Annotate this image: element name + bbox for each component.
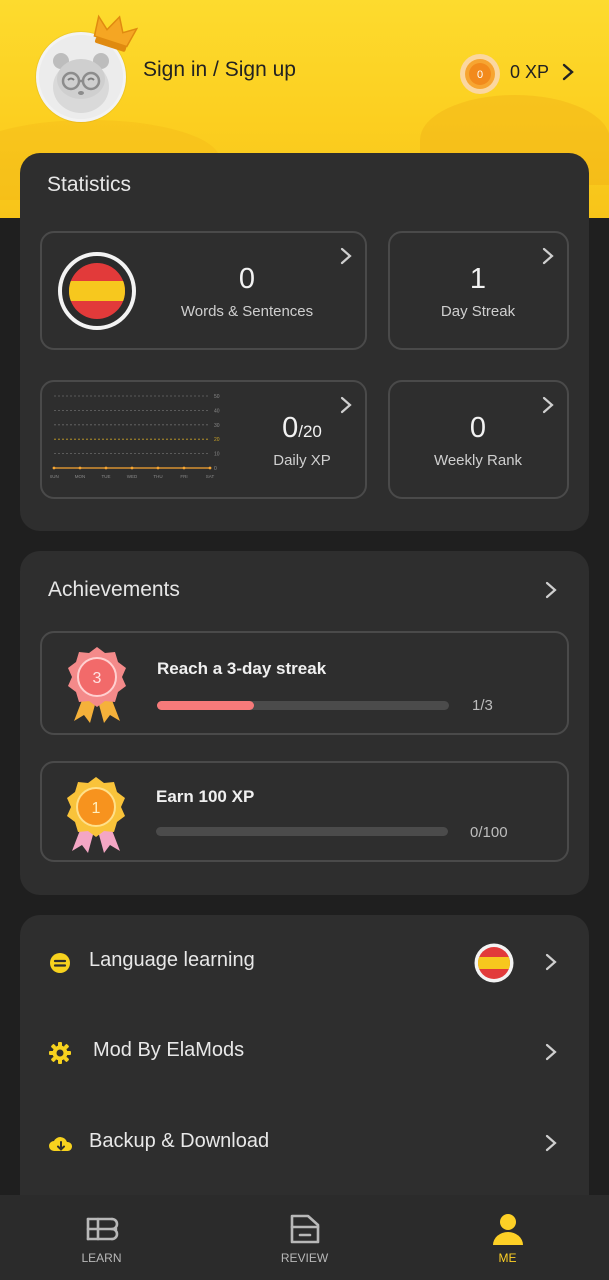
- nav-label: ME: [498, 1251, 517, 1265]
- medal-number: 1: [92, 800, 101, 817]
- cloud-download-icon: [49, 1137, 73, 1151]
- menu-item-label: Mod By ElaMods: [93, 1039, 245, 1061]
- achievement-progress-text: 1/3: [472, 697, 493, 714]
- achievement-title: Reach a 3-day streak: [157, 659, 327, 678]
- learn-icon: [86, 1217, 119, 1241]
- chart-x-tick: WED: [127, 474, 138, 479]
- chevron-right-icon: [340, 247, 352, 265]
- chart-x-tick: FRI: [180, 474, 187, 479]
- chart-y-tick: 40: [214, 408, 220, 414]
- medal-number: 3: [93, 670, 102, 687]
- review-icon: [290, 1214, 320, 1244]
- chart-point: [104, 466, 108, 470]
- chevron-right-icon: [545, 1043, 557, 1061]
- chart-y-tick: 10: [214, 452, 220, 458]
- achievement-progress-track: [156, 827, 448, 836]
- chevron-right-icon: [545, 1134, 557, 1152]
- achievement-title: Earn 100 XP: [156, 787, 255, 806]
- statistics-title: Statistics: [47, 173, 132, 196]
- chart-x-tick: THU: [153, 474, 162, 479]
- me-icon: [493, 1214, 523, 1245]
- menu-item-backup[interactable]: Backup & Download: [20, 1108, 589, 1178]
- chart-y-tick: 20: [214, 437, 220, 443]
- achievement-progress-track: [157, 701, 449, 710]
- chevron-right-icon: [542, 247, 554, 265]
- daily-xp-goal: /20: [298, 422, 322, 441]
- streak-medal-icon: 3: [68, 647, 126, 723]
- menu-item-label: Language learning: [89, 949, 255, 971]
- menu-item-language-learning[interactable]: Language learning: [20, 927, 589, 997]
- spanish-flag-icon: [58, 252, 136, 330]
- weekly-rank-card[interactable]: 0 Weekly Rank: [388, 380, 569, 499]
- streak-card[interactable]: 1 Day Streak: [388, 231, 569, 350]
- chart-point: [182, 466, 186, 470]
- xp-total[interactable]: 0 XP: [510, 62, 549, 83]
- signin-link[interactable]: Sign in / Sign up: [143, 58, 296, 82]
- achievement-card[interactable]: 1 Earn 100 XP 0/100: [40, 761, 569, 862]
- nav-learn[interactable]: LEARN: [0, 1195, 203, 1280]
- chevron-right-icon: [545, 953, 557, 971]
- streak-count: 1: [469, 263, 487, 295]
- chevron-right-icon[interactable]: [560, 62, 576, 82]
- chart-point: [52, 466, 56, 470]
- chart-x-tick: MON: [75, 474, 86, 479]
- chevron-right-icon[interactable]: [544, 581, 558, 599]
- chart-y-tick: 0: [214, 466, 217, 472]
- nav-label: REVIEW: [280, 1251, 329, 1265]
- daily-xp-card[interactable]: 50 40 30 20 10 0 SUN MON TUE WED THU FRI SAT 0/20 Da…: [40, 380, 367, 499]
- achievements-title: Achievements: [48, 578, 180, 601]
- menu-item-mod[interactable]: Mod By ElaMods: [20, 1017, 589, 1087]
- nav-me[interactable]: ME: [406, 1195, 609, 1280]
- bottom-navigation: LEARN REVIEW ME: [0, 1195, 609, 1280]
- chart-point: [78, 466, 82, 470]
- achievement-progress-text: 0/100: [470, 824, 508, 841]
- chart-x-tick: TUE: [102, 474, 111, 479]
- statistics-panel: Statistics 0 Words & Sentences 1 Day Str…: [20, 153, 589, 531]
- chart-y-tick: 30: [214, 423, 220, 429]
- crown-icon: [93, 14, 138, 52]
- daily-xp-chart: 50 40 30 20 10 0 SUN MON TUE WED THU FRI SAT: [50, 394, 220, 479]
- achievement-card[interactable]: 3 Reach a 3-day streak 1/3: [40, 631, 569, 735]
- chevron-right-icon: [542, 396, 554, 414]
- achievement-progress-fill: [157, 701, 255, 710]
- words-label: Words & Sentences: [180, 303, 314, 320]
- settings-menu: Language learning Mod By ElaMods Backup …: [20, 915, 589, 1215]
- chart-x-tick: SUN: [50, 474, 59, 479]
- chevron-right-icon: [340, 396, 352, 414]
- achievements-panel: Achievements 3 Reach a 3-day streak 1/3 …: [20, 551, 589, 895]
- xp-coin-icon[interactable]: 0: [459, 53, 501, 95]
- nav-label: LEARN: [81, 1251, 122, 1265]
- language-icon: [50, 953, 70, 973]
- xp-medal-icon: 1: [67, 777, 125, 853]
- nav-review[interactable]: REVIEW: [203, 1195, 406, 1280]
- gear-icon: [49, 1042, 71, 1064]
- chart-y-tick: 50: [214, 394, 220, 400]
- streak-label: Day Streak: [440, 303, 516, 320]
- weekly-rank-label: Weekly Rank: [433, 452, 523, 469]
- daily-xp-value: 0/20: [247, 412, 357, 445]
- weekly-rank-value: 0: [469, 412, 487, 444]
- chart-x-tick: SAT: [206, 474, 215, 479]
- words-count: 0: [238, 263, 256, 295]
- chart-point: [208, 466, 212, 470]
- coin-value: 0: [477, 69, 483, 81]
- chart-point: [156, 466, 160, 470]
- words-card[interactable]: 0 Words & Sentences: [40, 231, 367, 350]
- chart-point: [130, 466, 134, 470]
- daily-xp-label: Daily XP: [273, 452, 331, 469]
- daily-xp-current: 0: [282, 412, 299, 444]
- spanish-flag-icon: [474, 943, 514, 983]
- menu-item-label: Backup & Download: [89, 1130, 270, 1152]
